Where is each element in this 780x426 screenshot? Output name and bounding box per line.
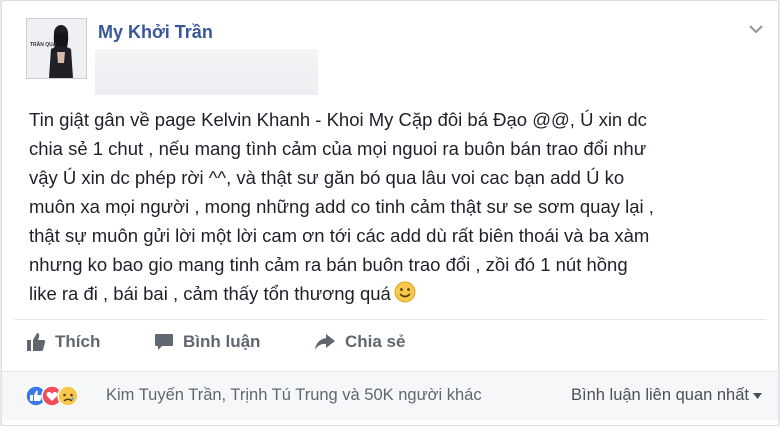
share-button[interactable]: Chia sẻ [314, 324, 405, 360]
reactions-summary[interactable]: Kim Tuyến Trần, Trịnh Tú Trung và 50K ng… [106, 386, 482, 405]
post-body: Tin giật gân về page Kelvin Khanh - Khoi… [29, 105, 764, 308]
post-card: TRẦN QUA My Khởi Trần Tin giật gân về pa… [1, 0, 779, 426]
comment-icon [155, 334, 173, 350]
thumbs-up-icon [27, 333, 46, 351]
profile-photo [27, 19, 86, 78]
comment-sort-dropdown[interactable]: Bình luận liên quan nhất [571, 386, 762, 405]
author-avatar[interactable]: TRẦN QUA [26, 18, 87, 79]
post-text: Tin giật gân về page Kelvin Khanh - Khoi… [29, 109, 654, 304]
chevron-down-icon[interactable] [748, 23, 764, 35]
share-label: Chia sẻ [345, 332, 406, 351]
like-label: Thích [55, 332, 101, 351]
divider [14, 319, 766, 320]
caret-down-icon [753, 392, 762, 399]
author-name[interactable]: My Khởi Trần [98, 22, 213, 43]
reactions-bar: Kim Tuyến Trần, Trịnh Tú Trung và 50K ng… [2, 371, 778, 420]
smiley-icon [394, 281, 416, 303]
post-meta-redacted [95, 49, 318, 95]
comment-label: Bình luận [183, 332, 261, 351]
comment-button[interactable]: Bình luận [154, 324, 260, 360]
reaction-icons[interactable] [25, 385, 105, 407]
like-button[interactable]: Thích [26, 324, 100, 360]
sort-label: Bình luận liên quan nhất [571, 386, 749, 404]
sad-icon [57, 385, 79, 407]
avatar-caption: TRẦN QUA [30, 42, 57, 48]
action-bar: Thích Bình luận Chia sẻ [2, 324, 778, 360]
share-icon [315, 334, 335, 350]
